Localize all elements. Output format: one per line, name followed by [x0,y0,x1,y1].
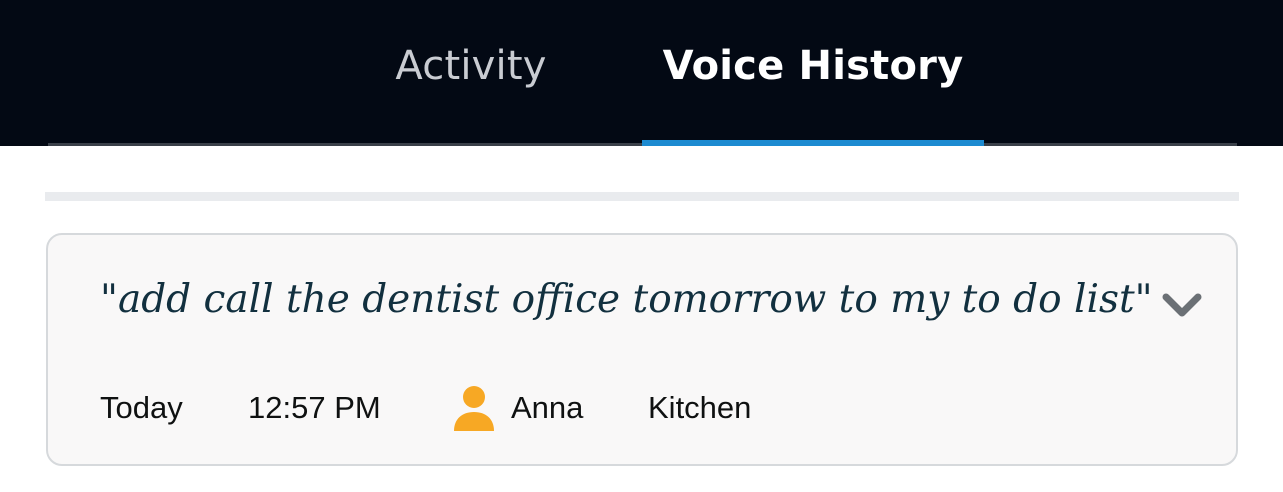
entry-device-name: Kitchen [648,390,752,425]
voice-history-entry-card[interactable]: "add call the dentist office tomorrow to… [46,233,1238,466]
entry-day: Today [100,390,183,425]
utterance-text: "add call the dentist office tomorrow to… [100,277,1153,322]
selected-tab-indicator [642,140,984,146]
person-icon [454,386,494,431]
entry-time: 12:57 PM [248,390,381,425]
tab-voice-history[interactable]: Voice History [642,0,984,140]
entry-user-name: Anna [511,390,584,425]
top-navigation-bar: Activity Voice History [0,0,1283,146]
chevron-down-icon[interactable] [1160,285,1204,325]
tab-activity[interactable]: Activity [344,0,598,140]
section-divider [45,192,1239,201]
